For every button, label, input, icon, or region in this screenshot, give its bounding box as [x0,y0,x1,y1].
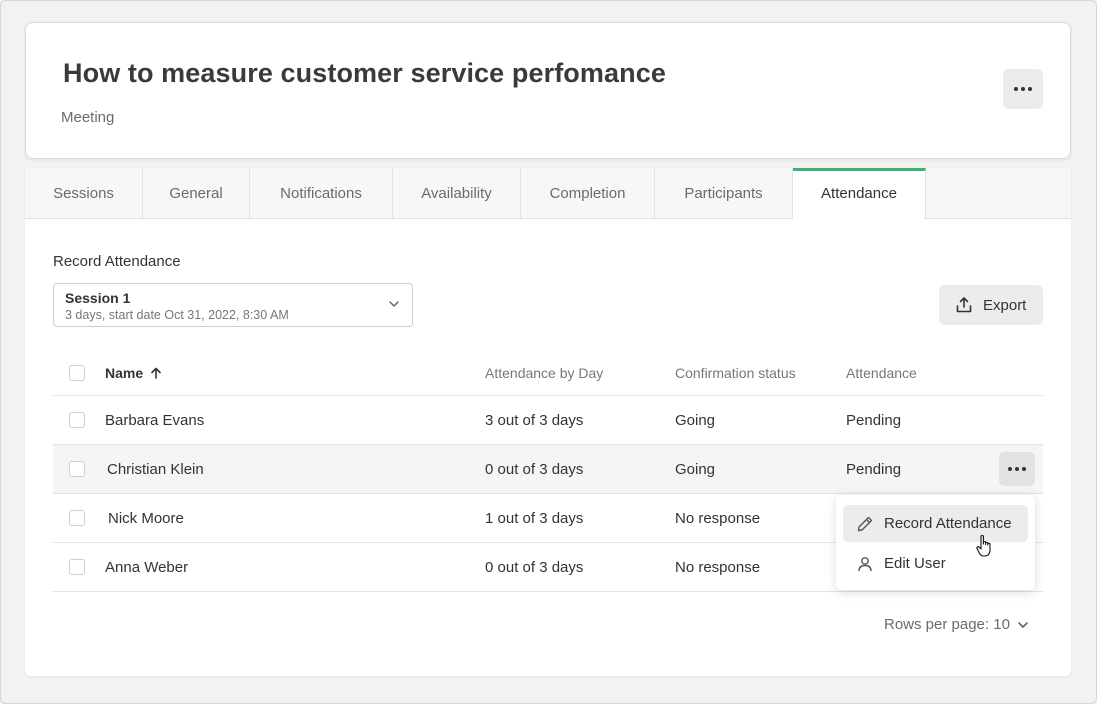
participant-name: Anna Weber [105,558,189,576]
column-name-header[interactable]: Name [105,351,163,395]
confirmation-status: Going [675,411,716,429]
tab-general[interactable]: General [143,168,250,218]
tab-attendance[interactable]: Attendance [793,168,926,219]
edit-user-label: Edit User [884,555,946,572]
tab-sessions[interactable]: Sessions [25,168,143,218]
table-row[interactable]: Barbara Evans 3 out of 3 days Going Pend… [53,396,1043,445]
hand-cursor-icon [976,534,991,557]
participant-name: Nick Moore [108,509,184,527]
session-name: Session 1 [65,290,131,306]
record-attendance-menu-item[interactable]: Record Attendance [843,505,1028,542]
row-checkbox[interactable] [69,412,85,428]
tab-bar: Sessions General Notifications Availabil… [25,168,1071,219]
confirmation-status: No response [675,558,761,576]
rows-per-page-label: Rows per page: 10 [884,616,1010,633]
select-all-checkbox[interactable] [69,365,85,381]
tab-completion[interactable]: Completion [521,168,655,218]
chevron-down-icon [1018,621,1028,628]
arrow-up-icon [151,367,161,379]
export-label: Export [983,296,1027,314]
attendance-by-day: 0 out of 3 days [485,558,584,576]
record-attendance-label: Record Attendance [884,515,1012,532]
page-title: How to measure customer service perfoman… [63,58,666,88]
column-confirmation-header[interactable]: Confirmation status [675,351,796,395]
upload-icon [956,297,972,313]
row-checkbox[interactable] [69,510,85,526]
attendance-by-day: 1 out of 3 days [485,509,584,527]
more-horizontal-icon [1014,87,1032,91]
table-header: Name Attendance by Day Confirmation stat… [53,351,1043,396]
user-icon [858,556,872,571]
row-action-menu: Record Attendance Edit User [836,495,1035,590]
participant-name: Barbara Evans [105,411,205,429]
tab-participants[interactable]: Participants [655,168,793,218]
pencil-icon [857,516,873,531]
tab-availability[interactable]: Availability [393,168,521,218]
row-checkbox[interactable] [69,559,85,575]
attendance-by-day: 0 out of 3 days [485,460,584,478]
attendance-by-day: 3 out of 3 days [485,411,584,429]
header-more-button[interactable] [1003,69,1043,109]
session-select[interactable]: Session 1 3 days, start date Oct 31, 202… [53,283,413,327]
header-card: How to measure customer service perfoman… [25,22,1071,159]
row-checkbox[interactable] [69,461,85,477]
chevron-down-icon [389,301,399,307]
column-name-label: Name [105,365,144,381]
export-button[interactable]: Export [939,285,1043,325]
tab-notifications[interactable]: Notifications [250,168,393,218]
attendance-status: Pending [846,460,902,478]
edit-user-menu-item[interactable]: Edit User [843,545,1028,582]
main-panel: Sessions General Notifications Availabil… [25,168,1071,676]
confirmation-status: Going [675,460,716,478]
more-horizontal-icon [1008,467,1026,471]
table-row[interactable]: Christian Klein 0 out of 3 days Going Pe… [53,445,1043,494]
confirmation-status: No response [675,509,761,527]
session-detail: 3 days, start date Oct 31, 2022, 8:30 AM [65,308,289,322]
rows-per-page-select[interactable]: Rows per page: 10 [884,616,1030,633]
column-by-day-header[interactable]: Attendance by Day [485,351,603,395]
column-attendance-header[interactable]: Attendance [846,351,917,395]
page-subtitle: Meeting [61,109,115,126]
record-attendance-label: Record Attendance [53,253,181,270]
participant-name: Christian Klein [107,460,204,478]
row-more-button[interactable] [999,452,1035,486]
attendance-status: Pending [846,411,902,429]
